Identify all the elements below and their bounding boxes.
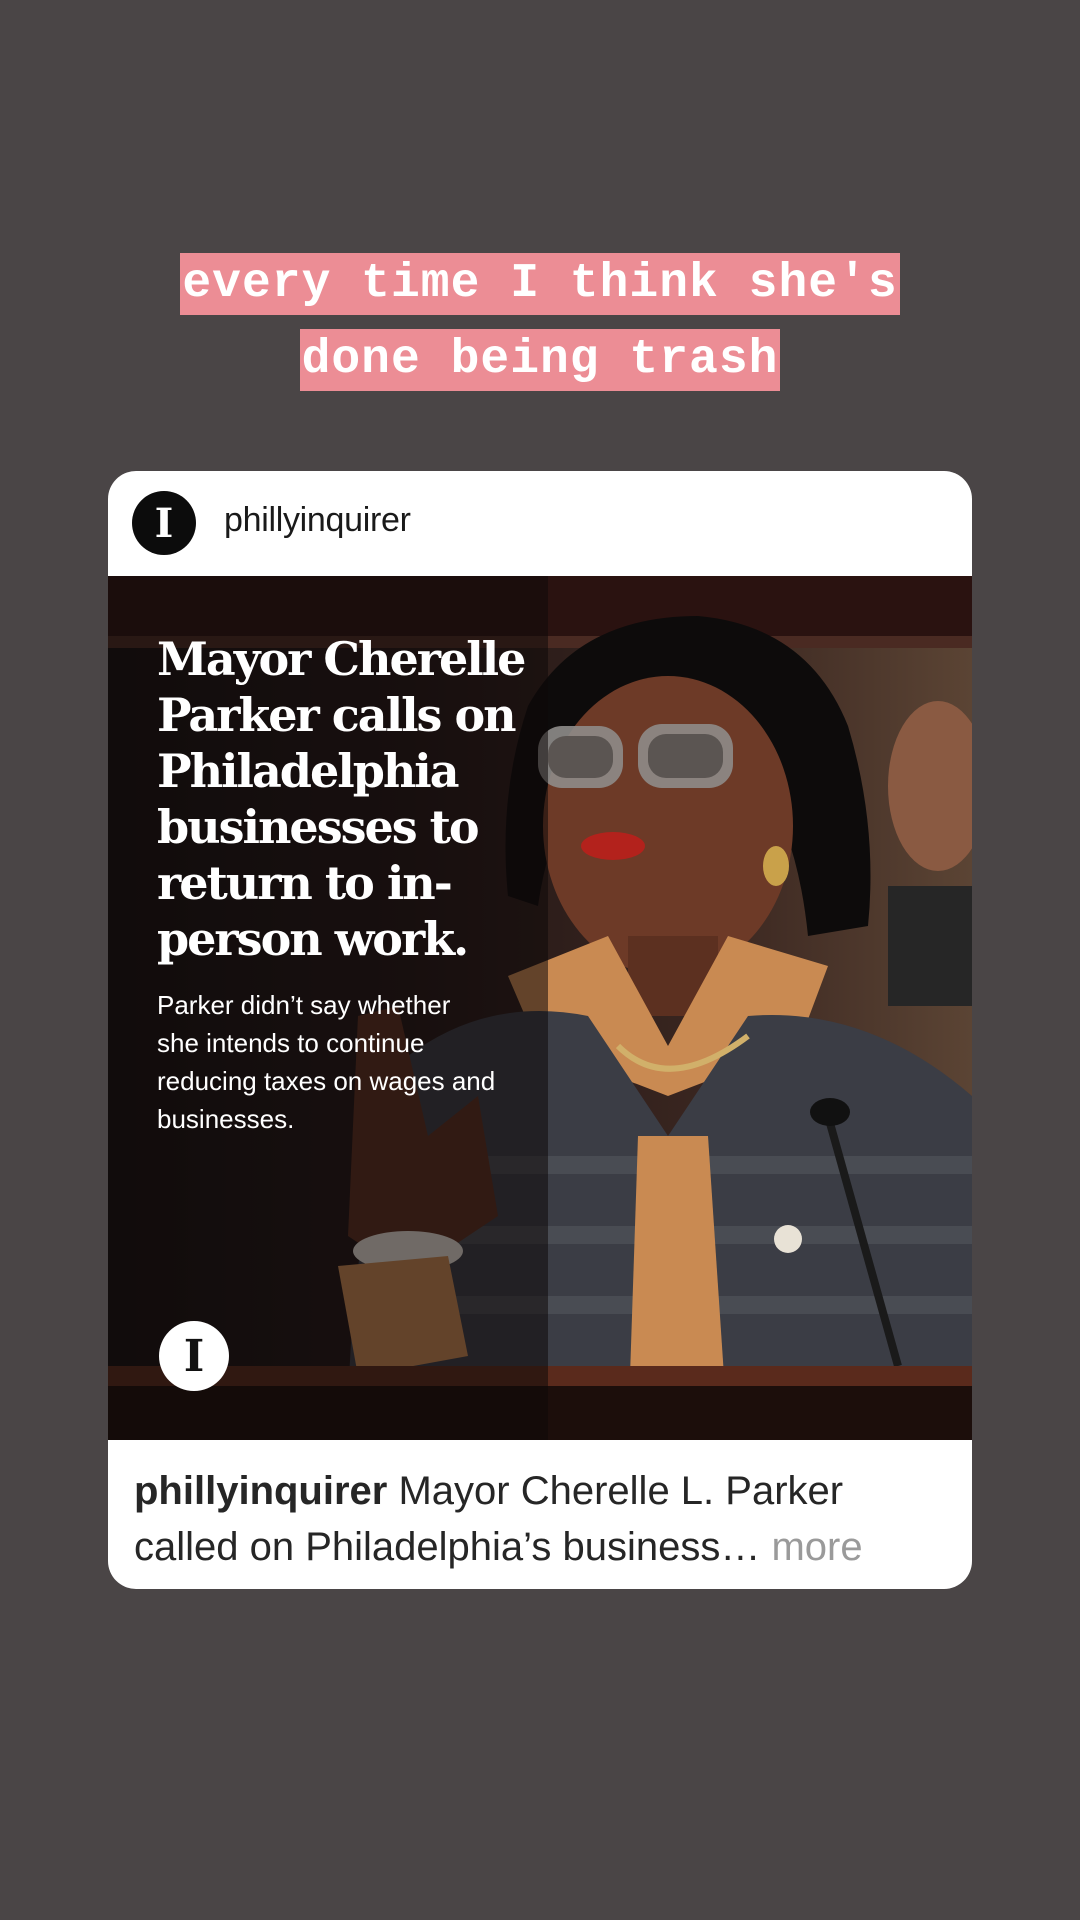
story-caption: every time I think she's done being tras…: [0, 253, 1080, 391]
image-subhead: Parker didn’t say whether she intends to…: [157, 990, 496, 1134]
background-person: [888, 701, 972, 871]
glasses-left-tint: [548, 736, 613, 778]
jacket-button: [774, 1225, 802, 1253]
post-header[interactable]: I phillyinquirer: [108, 471, 972, 576]
more-link[interactable]: more: [760, 1525, 862, 1569]
lips: [581, 832, 645, 860]
glasses-right-tint: [648, 734, 723, 778]
caption-ellipsis: …: [720, 1525, 761, 1569]
account-avatar[interactable]: I: [132, 491, 196, 555]
post-image[interactable]: Mayor Cherelle Parker calls on Philadelp…: [108, 576, 972, 1440]
story-caption-line-1: every time I think she's: [180, 253, 900, 315]
story-caption-line-2: done being trash: [299, 329, 781, 391]
face: [543, 676, 793, 976]
post-caption: phillyinquirer Mayor Cherelle L. Parker …: [134, 1463, 954, 1575]
background-person-suit: [888, 886, 972, 1006]
earring: [763, 846, 789, 886]
inquirer-logo: I: [159, 1321, 229, 1391]
caption-username[interactable]: phillyinquirer: [134, 1469, 387, 1513]
shared-post-card[interactable]: I phillyinquirer Mayor Cherelle Parker c…: [108, 471, 972, 1589]
microphone-head: [810, 1098, 850, 1126]
account-username[interactable]: phillyinquirer: [224, 501, 411, 540]
image-headline: Mayor Cherelle Parker calls on Philadelp…: [157, 632, 526, 966]
